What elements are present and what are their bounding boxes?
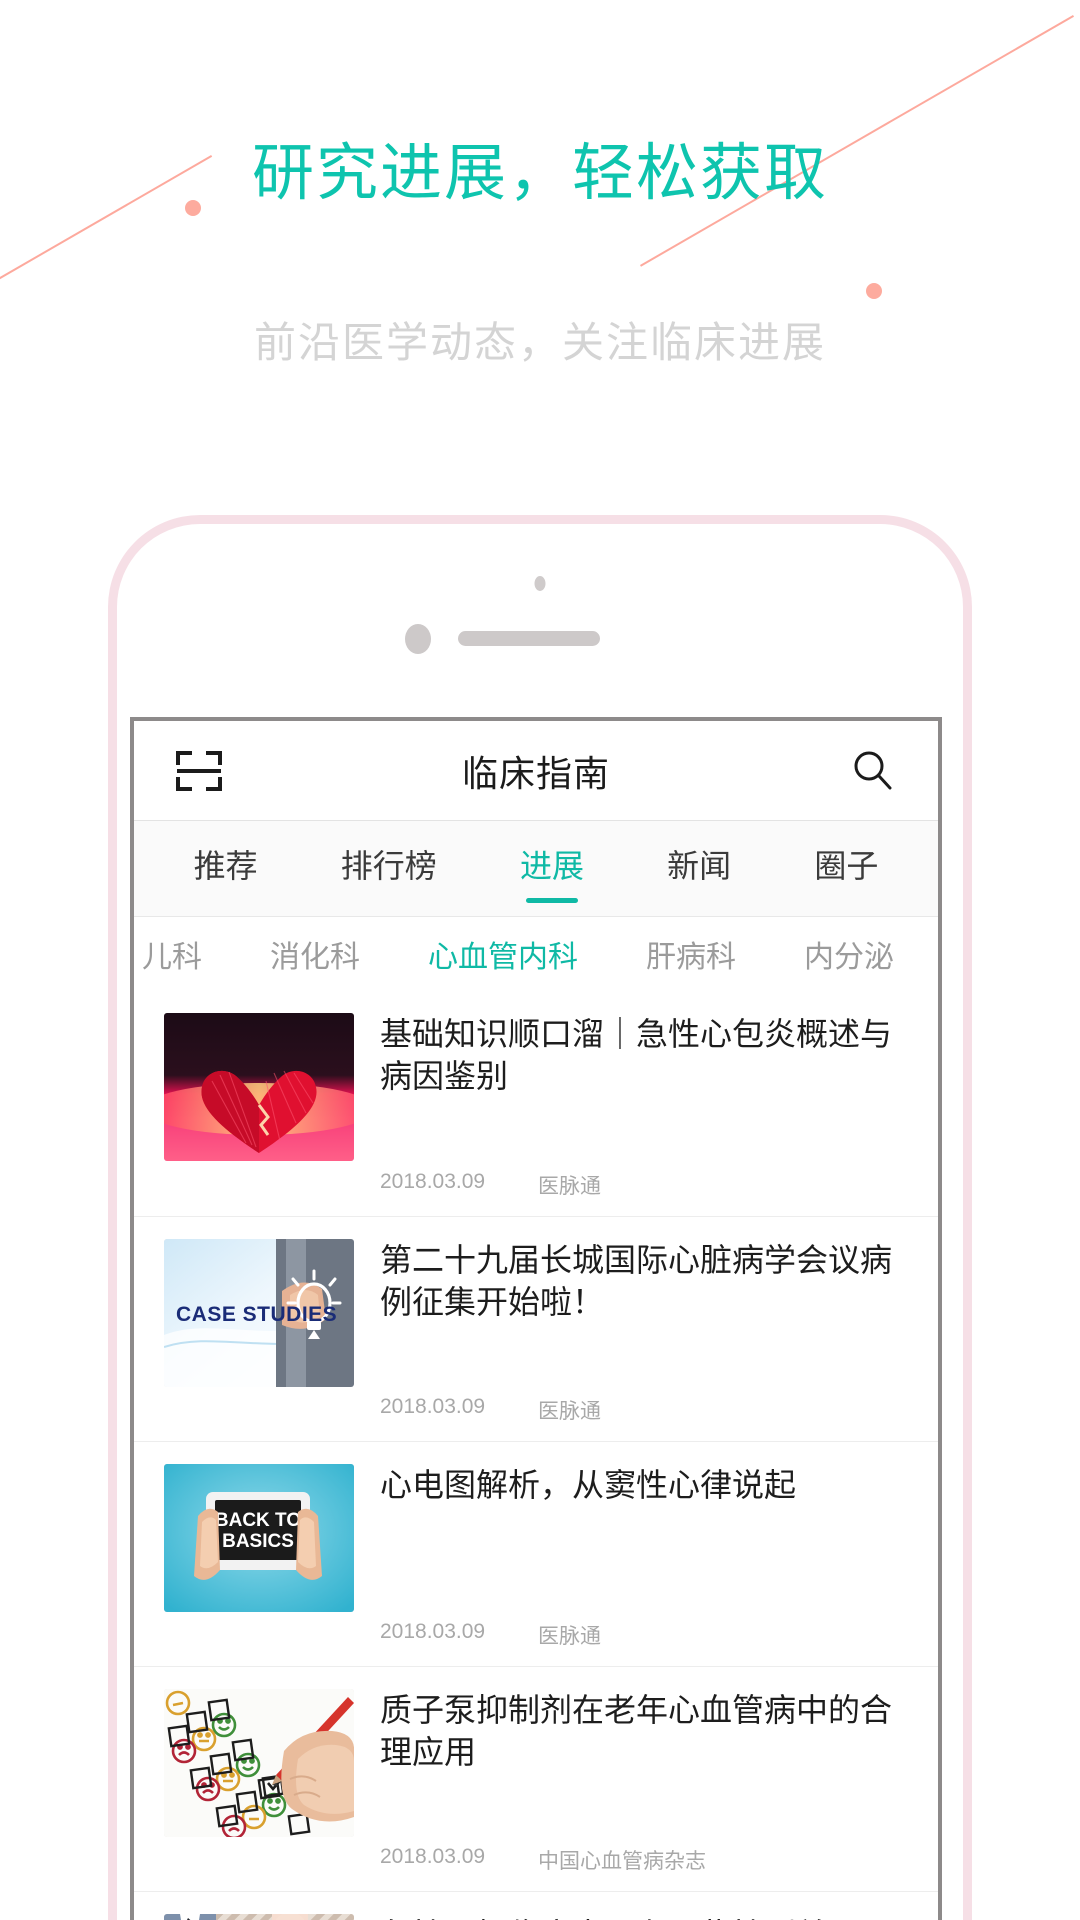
tab-label: 排行榜 [340,847,437,884]
article-date: 2018.03.09 [380,1395,486,1418]
tab-news[interactable]: 新闻 [663,829,735,909]
article-list-item[interactable]: 急性心梗临床表现有哪些性别差 [134,1891,938,1920]
tab-recommend[interactable]: 推荐 [190,829,262,909]
article-date: 2018.03.09 [380,1845,486,1868]
phone-screen: 临床指南 推荐 排行榜 进展 新闻 圈子 儿科 消化科 心血管内科 肝病科 内分… [130,717,942,1920]
article-meta: 2018.03.09 医脉通 [380,1395,908,1425]
category-cardiology[interactable]: 心血管内科 [394,932,612,976]
app-header: 临床指南 [134,721,938,821]
tablet-back-to-basics-photo: BACK TO BASICS [164,1464,354,1612]
article-meta: 2018.03.09 中国心血管病杂志 [380,1845,908,1875]
article-list-item[interactable]: CASE STUDIES 第二十九届长城国际心脏病学会议病例征集开始啦！ 201… [134,1216,938,1441]
article-date: 2018.03.09 [380,1170,486,1193]
category-gastroenterology[interactable]: 消化科 [236,932,394,976]
business-people-photo [164,1914,354,1920]
tab-label: 推荐 [193,847,258,884]
tab-progress[interactable]: 进展 [516,829,588,909]
article-date: 2018.03.09 [380,1620,486,1643]
article-title: 基础知识顺口溜｜急性心包炎概述与病因鉴别 [380,1016,893,1095]
phone-speaker-grille [458,631,600,646]
tab-active-indicator [525,897,578,903]
case-studies-lightbulb-photo: CASE STUDIES [164,1239,354,1387]
article-meta: 2018.03.09 医脉通 [380,1620,908,1650]
category-endocrinology[interactable]: 内分泌 [770,932,928,976]
phone-camera-icon [405,624,431,654]
category-pediatrics[interactable]: 儿科 [134,932,236,976]
article-title: 质子泵抑制剂在老年心血管病中的合理应用 [380,1692,893,1771]
tab-label: 圈子 [814,847,879,884]
search-icon[interactable] [850,748,896,794]
article-thumbnail [164,1013,354,1161]
article-source: 医脉通 [538,1175,601,1198]
phone-mockup: 临床指南 推荐 排行榜 进展 新闻 圈子 儿科 消化科 心血管内科 肝病科 内分… [108,515,972,1920]
tab-circle[interactable]: 圈子 [810,829,882,909]
article-list: 基础知识顺口溜｜急性心包炎概述与病因鉴别 2018.03.09 医脉通 CASE… [134,991,938,1920]
svg-text:BASICS: BASICS [222,1531,294,1552]
phone-sensor-icon [534,576,546,591]
article-thumbnail: CASE STUDIES [164,1239,354,1387]
article-meta: 2018.03.09 医脉通 [380,1170,908,1200]
article-list-item[interactable]: 基础知识顺口溜｜急性心包炎概述与病因鉴别 2018.03.09 医脉通 [134,991,938,1216]
smiley-survey-pencil-photo [164,1689,354,1837]
article-source: 医脉通 [538,1625,601,1648]
article-list-item[interactable]: 质子泵抑制剂在老年心血管病中的合理应用 2018.03.09 中国心血管病杂志 [134,1666,938,1891]
scan-icon[interactable] [176,750,222,791]
decorative-dot-right [866,283,882,299]
page-title: 临床指南 [461,752,610,794]
tab-label: 新闻 [667,847,732,884]
article-thumbnail [164,1914,354,1920]
category-strip[interactable]: 儿科 消化科 心血管内科 肝病科 内分泌 [134,917,938,991]
category-hepatology[interactable]: 肝病科 [612,932,770,976]
hero-title: 研究进展，轻松获取 [251,139,828,208]
primary-tabs: 推荐 排行榜 进展 新闻 圈子 [134,821,938,917]
article-source: 中国心血管病杂志 [538,1850,706,1873]
article-thumbnail [164,1689,354,1837]
red-paper-heart-photo [164,1013,354,1161]
svg-text:CASE STUDIES: CASE STUDIES [176,1303,337,1326]
tab-label: 进展 [519,847,584,884]
marketing-screenshot: 研究进展，轻松获取 前沿医学动态，关注临床进展 临床指南 推荐 排行榜 进展 新… [0,0,1080,1920]
article-source: 医脉通 [538,1400,601,1423]
tab-ranking[interactable]: 排行榜 [337,829,441,909]
hero-subtitle: 前沿医学动态，关注临床进展 [253,319,826,366]
svg-text:BACK TO: BACK TO [215,1510,301,1531]
article-title: 心电图解析，从窦性心律说起 [380,1467,797,1503]
article-list-item[interactable]: BACK TO BASICS 心电图解析，从窦性心律说起 2018.03.09 … [134,1441,938,1666]
article-title: 第二十九届长城国际心脏病学会议病例征集开始啦！ [380,1242,893,1321]
article-thumbnail: BACK TO BASICS [164,1464,354,1612]
article-title: 急性心梗临床表现有哪些性别差 [380,1914,908,1920]
